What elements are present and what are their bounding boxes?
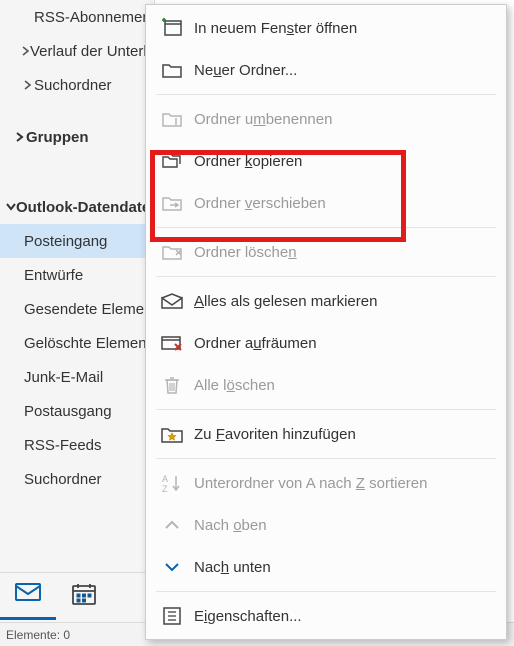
menu-label: Zu Favoriten hinzufügen [186, 426, 356, 443]
properties-icon [158, 607, 186, 625]
menu-delete-folder: Ordner löschen [146, 231, 506, 273]
tree-section-datafile[interactable]: Outlook-Datendatei [0, 190, 154, 224]
menu-cleanup-folder[interactable]: Ordner aufräumen [146, 322, 506, 364]
chevron-right-icon [14, 132, 26, 142]
menu-mark-all-read[interactable]: Alles als gelesen markieren [146, 280, 506, 322]
nav-calendar-button[interactable] [56, 573, 112, 619]
context-menu: In neuem Fenster öffnen Neuer Ordner... … [145, 4, 507, 640]
tree-label: RSS-Feeds [24, 437, 102, 454]
menu-separator [156, 409, 496, 410]
menu-separator [156, 591, 496, 592]
menu-label: Ordner kopieren [186, 153, 302, 170]
menu-label: In neuem Fenster öffnen [186, 20, 357, 37]
tree-item-geloeschte[interactable]: Gelöschte Elemente [0, 326, 154, 360]
tree-item-verlauf[interactable]: Verlauf der Unterhaltungen [0, 34, 154, 68]
svg-text:Z: Z [162, 484, 168, 494]
menu-label: Alle löschen [186, 377, 275, 394]
trash-icon [158, 376, 186, 394]
nav-bar [0, 572, 155, 618]
tree-label: Verlauf der Unterhaltungen [30, 43, 154, 60]
menu-add-to-favorites[interactable]: Zu Favoriten hinzufügen [146, 413, 506, 455]
chevron-down-icon [6, 203, 16, 211]
chevron-up-icon [158, 520, 186, 530]
tree-item-suchordner-1[interactable]: Suchordner [0, 68, 154, 102]
mark-read-icon [158, 293, 186, 309]
tree-item-postausgang[interactable]: Postausgang [0, 394, 154, 428]
mail-icon [15, 583, 41, 605]
menu-label: Ordner umbenennen [186, 111, 332, 128]
menu-new-folder[interactable]: Neuer Ordner... [146, 49, 506, 91]
tree-label: Junk-E-Mail [24, 369, 103, 386]
menu-label: Ordner verschieben [186, 195, 326, 212]
menu-copy-folder[interactable]: Ordner kopieren [146, 140, 506, 182]
favorite-folder-icon [158, 425, 186, 443]
rename-folder-icon [158, 111, 186, 127]
menu-label: Nach unten [186, 559, 271, 576]
chevron-right-icon [22, 46, 30, 56]
tree-label: Posteingang [24, 233, 107, 250]
tree-label: Postausgang [24, 403, 112, 420]
menu-label: Unterordner von A nach Z sortieren [186, 475, 427, 492]
menu-sort-az: AZ Unterordner von A nach Z sortieren [146, 462, 506, 504]
tree-label: Gesendete Elemente [24, 301, 154, 318]
tree-item-gesendete[interactable]: Gesendete Elemente [0, 292, 154, 326]
status-elements: Elemente: 0 [6, 628, 70, 642]
tree-label: Suchordner [24, 471, 102, 488]
open-window-icon [158, 20, 186, 36]
menu-delete-all: Alle löschen [146, 364, 506, 406]
new-folder-icon [158, 62, 186, 78]
tree-label: Entwürfe [24, 267, 83, 284]
menu-label: Eigenschaften... [186, 608, 302, 625]
copy-folder-icon [158, 152, 186, 170]
tree-label: Suchordner [34, 77, 112, 94]
chevron-down-icon [158, 562, 186, 572]
menu-properties[interactable]: Eigenschaften... [146, 595, 506, 637]
menu-label: Ordner löschen [186, 244, 297, 261]
menu-separator [156, 276, 496, 277]
tree-item-junk[interactable]: Junk-E-Mail [0, 360, 154, 394]
chevron-right-icon [22, 80, 34, 90]
sort-az-icon: AZ [158, 474, 186, 492]
menu-separator [156, 94, 496, 95]
folder-pane: RSS-Abonnements Verlauf der Unterhaltung… [0, 0, 155, 646]
tree-label: Gruppen [26, 129, 89, 146]
menu-label: Neuer Ordner... [186, 62, 297, 79]
delete-folder-icon [158, 244, 186, 260]
menu-move-folder: Ordner verschieben [146, 182, 506, 224]
tree-item-posteingang[interactable]: Posteingang [0, 224, 154, 258]
menu-separator [156, 458, 496, 459]
menu-open-new-window[interactable]: In neuem Fenster öffnen [146, 7, 506, 49]
menu-label: Alles als gelesen markieren [186, 293, 377, 310]
tree-item-rss[interactable]: RSS-Abonnements [0, 0, 154, 34]
menu-label: Ordner aufräumen [186, 335, 317, 352]
tree-label: Gelöschte Elemente [24, 335, 154, 352]
cleanup-folder-icon [158, 335, 186, 351]
tree-item-suchordner-2[interactable]: Suchordner [0, 462, 154, 496]
tree-label: Outlook-Datendatei [16, 199, 154, 216]
menu-move-down[interactable]: Nach unten [146, 546, 506, 588]
menu-label: Nach oben [186, 517, 267, 534]
svg-text:A: A [162, 474, 168, 484]
calendar-icon [72, 583, 96, 609]
menu-rename-folder: Ordner umbenennen [146, 98, 506, 140]
nav-mail-button[interactable] [0, 571, 56, 620]
tree-section-gruppen[interactable]: Gruppen [0, 120, 154, 154]
tree-item-rssfeeds[interactable]: RSS-Feeds [0, 428, 154, 462]
menu-separator [156, 227, 496, 228]
tree-label: RSS-Abonnements [34, 9, 154, 26]
tree-item-entwuerfe[interactable]: Entwürfe [0, 258, 154, 292]
move-folder-icon [158, 195, 186, 211]
menu-move-up: Nach oben [146, 504, 506, 546]
